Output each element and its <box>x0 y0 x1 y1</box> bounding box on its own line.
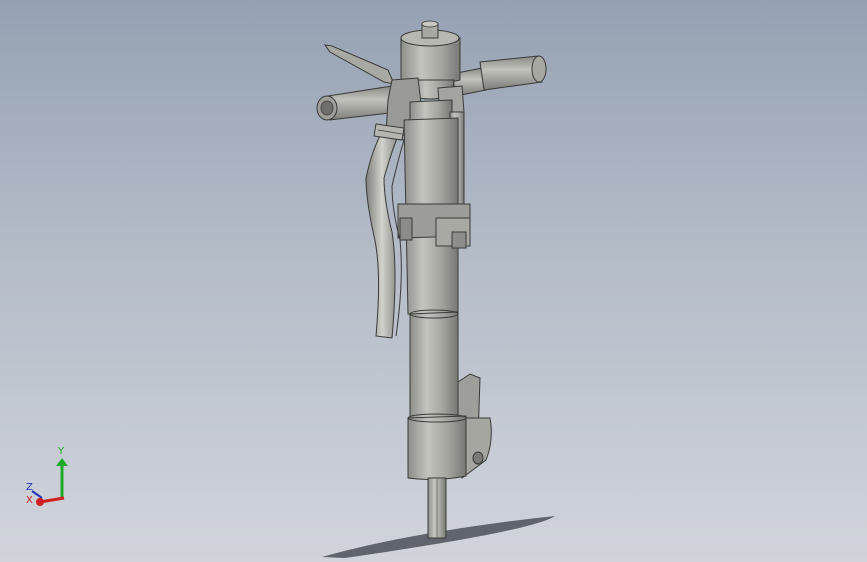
y-axis-arrow <box>56 458 68 466</box>
z-axis-line <box>31 490 43 499</box>
left-handle[interactable] <box>316 85 399 121</box>
jackhammer-3d-model[interactable] <box>0 0 867 562</box>
throttle-lever[interactable] <box>323 44 395 85</box>
main-cylinder-lower <box>409 309 459 423</box>
chuck-housing <box>407 413 467 481</box>
right-handle[interactable] <box>451 55 547 97</box>
cad-graphics-viewport[interactable]: Z Y X <box>0 0 867 562</box>
y-axis-label: Y <box>57 446 65 457</box>
triad-y-axis: Y <box>56 446 68 498</box>
x-axis-origin-dot <box>36 498 44 506</box>
chisel-bit[interactable] <box>427 477 447 539</box>
x-axis-label: X <box>26 495 33 506</box>
z-axis-label: Z <box>26 482 33 493</box>
triad-x-axis: X <box>26 495 65 506</box>
coordinate-triad: Z Y X <box>26 446 68 506</box>
